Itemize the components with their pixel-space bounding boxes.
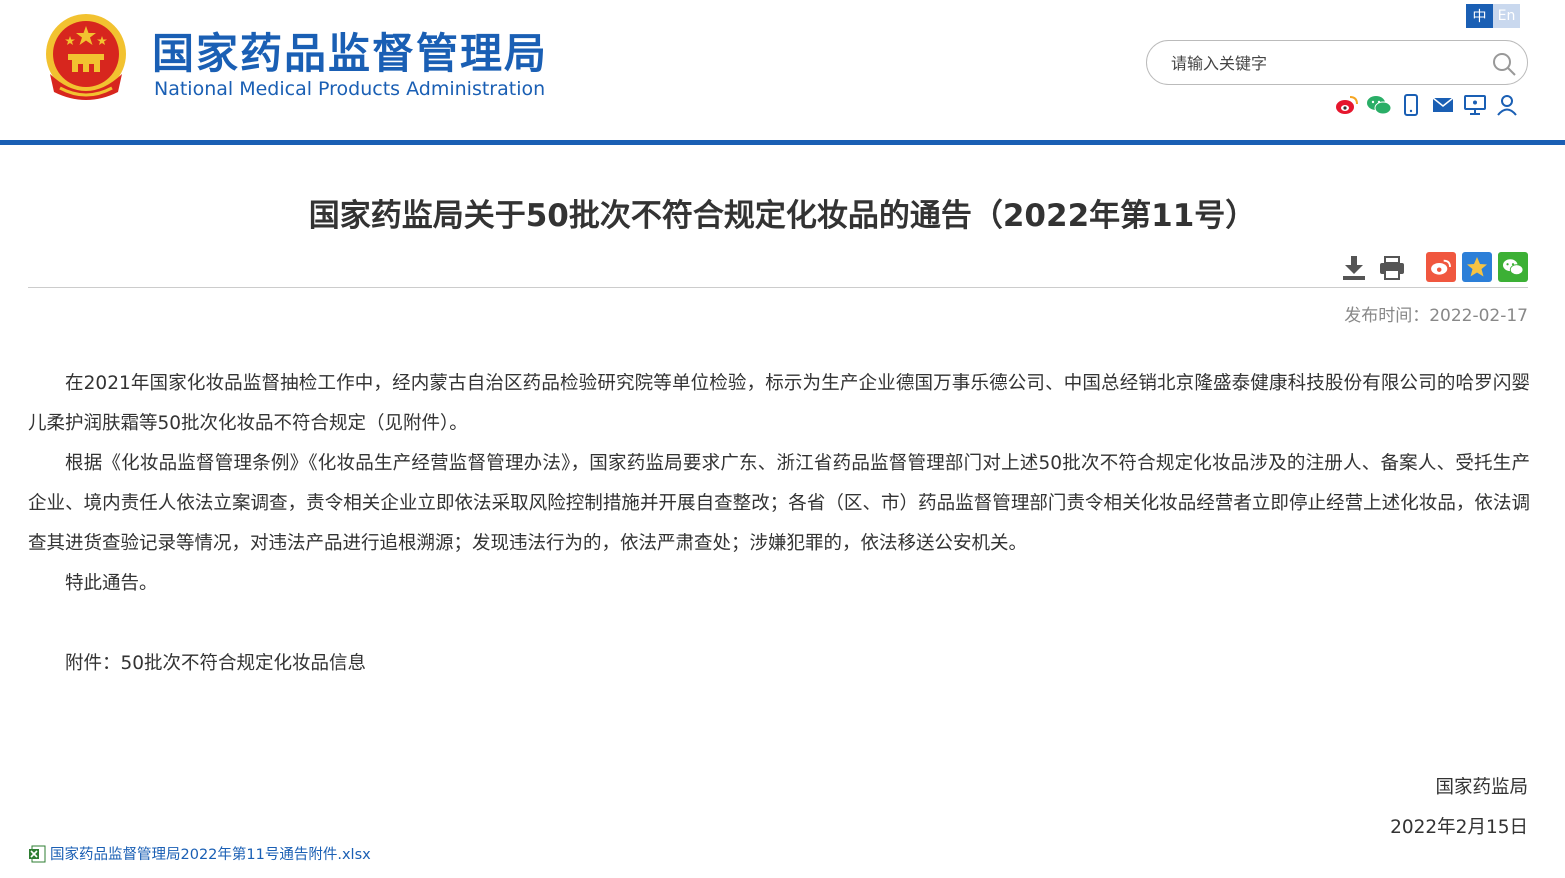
article-paragraph: 在2021年国家化妆品监督抽检工作中，经内蒙古自治区药品检验研究院等单位检验，标… [28, 373, 1530, 434]
weibo-icon[interactable] [1334, 92, 1360, 118]
lang-english-button[interactable]: En [1493, 4, 1520, 28]
article-body: 在2021年国家化妆品监督抽检工作中，经内蒙古自治区药品检验研究院等单位检验，标… [28, 364, 1530, 684]
signature-date: 2022年2月15日 [1390, 817, 1528, 838]
signature-org: 国家药监局 [1435, 777, 1528, 798]
article-paragraph: 根据《化妆品监督管理条例》《化妆品生产经营监督管理办法》，国家药监局要求广东、浙… [28, 453, 1530, 554]
article-tools [1340, 254, 1406, 282]
attachment-link[interactable]: 国家药品监督管理局2022年第11号通告附件.xlsx [28, 843, 371, 864]
signature: 国家药监局 2022年2月15日 [1390, 768, 1528, 848]
wechat-icon[interactable] [1366, 92, 1392, 118]
mail-icon[interactable] [1430, 92, 1456, 118]
attachment-filename[interactable]: 国家药品监督管理局2022年第11号通告附件.xlsx [50, 843, 371, 864]
article-title: 国家药监局关于50批次不符合规定化妆品的通告（2022年第11号） [308, 198, 1257, 234]
share-favorite-icon[interactable] [1462, 252, 1492, 282]
language-switch: 中 En [1466, 4, 1520, 28]
site-header: 国家药品监督管理局 National Medical Products Admi… [0, 0, 1565, 140]
national-emblem-icon[interactable] [42, 12, 130, 102]
search-icon[interactable] [1491, 51, 1517, 77]
download-icon[interactable] [1340, 254, 1368, 282]
user-icon[interactable] [1494, 92, 1520, 118]
lang-chinese-button[interactable]: 中 [1466, 4, 1493, 28]
share-weibo-icon[interactable] [1426, 252, 1456, 282]
social-links [1334, 92, 1520, 118]
attachment-note: 附件：50批次不符合规定化妆品信息 [65, 653, 367, 674]
header-divider-bar [0, 140, 1565, 145]
title-divider [28, 287, 1528, 288]
share-wechat-icon[interactable] [1498, 252, 1528, 282]
site-title-cn[interactable]: 国家药品监督管理局 [152, 20, 548, 81]
search-box [1146, 40, 1528, 85]
search-input[interactable] [1171, 51, 1471, 75]
print-icon[interactable] [1378, 254, 1406, 282]
screen-icon[interactable] [1462, 92, 1488, 118]
mobile-icon[interactable] [1398, 92, 1424, 118]
publish-date: 发布时间：2022-02-17 [1344, 306, 1528, 326]
excel-file-icon [29, 845, 46, 862]
article-paragraph: 特此通告。 [65, 573, 158, 594]
share-tools [1426, 252, 1528, 282]
site-title-en[interactable]: National Medical Products Administration [154, 78, 545, 100]
